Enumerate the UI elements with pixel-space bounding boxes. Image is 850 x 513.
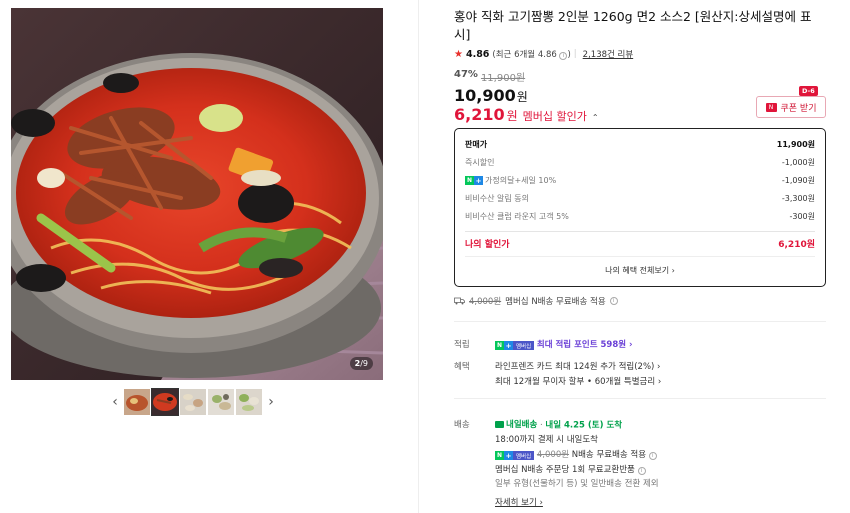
member-price: 6,210 (454, 105, 505, 124)
npay-plus-badge: N + (465, 176, 483, 185)
shipping-note-text: 멤버십 N배송 무료배송 적용 (505, 297, 606, 307)
thumbnail-2[interactable] (151, 388, 179, 416)
info-icon[interactable]: i (609, 297, 618, 305)
npay-membership-badge: N + 멤버십 (495, 341, 535, 350)
rating-row: ★ 4.86 (최근 6개월 4.86 i) | 2,138건 리뷰 (454, 48, 633, 60)
info-icon[interactable]: i (648, 452, 657, 460)
info-icon[interactable]: i (637, 467, 646, 475)
member-price-row[interactable]: 6,210 원 멤버십 할인가 ⌃ (454, 105, 599, 124)
rating-score: 4.86 (465, 48, 490, 60)
product-title: 홍야 직화 고기짬뽕 2인분 1260g 면2 소스2 [원산지:상세설명에 표… (454, 9, 812, 42)
perks-label: 혜택 (454, 362, 470, 372)
coupon-dday-badge: D-6 (799, 86, 818, 96)
column-divider (418, 0, 419, 513)
product-page: 2/9 ‹ › 홍야 직화 고기짬뽕 2인분 1260g 면2 소스2 [원산지… (0, 0, 850, 513)
npay-membership-badge: N + 멤버십 (495, 451, 535, 460)
max-points-text: 최대 적립 포인트 598원 › (536, 340, 633, 350)
review-count-link[interactable]: 2,138건 리뷰 (583, 48, 634, 60)
breakdown-row-alert: 비비수산 알림 동의 -3,300원 (465, 194, 815, 203)
image-counter: 2/9 (349, 357, 373, 370)
star-icon: ★ (454, 48, 463, 60)
view-all-benefits-link[interactable]: 나의 혜택 전체보기 › (455, 265, 825, 276)
jjamppong-photo (11, 8, 383, 380)
breakdown-row-sale-price: 판매가 11,900원 (465, 140, 815, 149)
thumbnail-4[interactable] (208, 389, 234, 415)
shipping-note: 4,000원 멤버십 N배송 무료배송 적용 i (454, 295, 618, 307)
truck-icon (454, 297, 465, 305)
installment-link[interactable]: 최대 12개월 무이자 할부 • 60개월 특별금리 › (495, 375, 661, 387)
next-image-arrow[interactable]: › (264, 389, 278, 415)
coupon-button[interactable]: N 쿠폰 받기 (756, 96, 826, 118)
free-shipping-row: N + 멤버십 4,000원 N배송 무료배송 적용 i (495, 448, 657, 460)
my-discount-price: 나의 할인가 6,210원 (465, 240, 815, 250)
card-points-link[interactable]: 라인프렌즈 카드 최대 124원 추가 적립(2%) › (495, 360, 660, 372)
points-label: 적립 (454, 340, 470, 350)
member-price-label: 멤버십 할인가 (522, 110, 587, 123)
breakdown-row-npay-sale: N + 가정의달+세일 10% -1,090원 (465, 176, 815, 185)
divider (465, 231, 815, 232)
coupon-label: 쿠폰 받기 (780, 103, 817, 114)
sale-price-row: 10,900 원 (454, 86, 528, 105)
arrival-date: 내일 4.25 (토) 도착 (545, 420, 623, 431)
thumbnail-3[interactable] (180, 389, 206, 415)
points-row[interactable]: N + 멤버십 최대 적립 포인트 598원 › (495, 338, 633, 350)
product-main-image[interactable]: 2/9 (11, 8, 383, 380)
delivery-icon (495, 420, 504, 428)
thumbnail-strip: ‹ › (108, 388, 278, 416)
shipping-original-fee: 4,000원 (469, 297, 502, 307)
prev-image-arrow[interactable]: ‹ (108, 389, 122, 415)
exclusion-text: 일부 유형(선물하기 등) 및 일반배송 전환 제외 (495, 479, 659, 489)
discount-row: 47% 11,900원 (454, 69, 525, 84)
tomorrow-delivery-badge: 내일배송 (495, 418, 537, 430)
rating-recent: (최근 6개월 4.86 i) (492, 50, 571, 60)
tomorrow-delivery-row: 내일배송 · 내일 4.25 (토) 도착 (495, 418, 622, 431)
free-return-row: 멤버십 N배송 주문당 1회 무료교환반품 i (495, 463, 646, 475)
breakdown-row-club: 비비수산 클럽 라운지 고객 5% -300원 (465, 212, 815, 221)
chevron-up-icon[interactable]: ⌃ (592, 113, 599, 122)
divider (454, 321, 826, 322)
more-details-link[interactable]: 자세히 보기 › (495, 496, 543, 508)
thumbnail-5[interactable] (236, 389, 262, 415)
divider (465, 256, 815, 257)
cutoff-text: 18:00까지 결제 시 내일도착 (495, 435, 598, 445)
coupon-icon: N (765, 102, 777, 112)
delivery-label: 배송 (454, 420, 470, 430)
breakdown-row-instant: 즉시할인 -1,000원 (465, 158, 815, 167)
sale-price: 10,900 (454, 86, 516, 105)
original-price: 11,900원 (480, 73, 526, 84)
member-price-unit: 원 (506, 109, 518, 123)
divider (454, 398, 826, 399)
discount-percent: 47% (454, 69, 478, 80)
price-breakdown-box: 판매가 11,900원 즉시할인 -1,000원 N + 가정의달+세일 10% -1,0… (454, 128, 826, 287)
thumbnail-1[interactable] (124, 389, 150, 415)
price-unit: 원 (516, 90, 528, 104)
separator: | (573, 49, 577, 59)
